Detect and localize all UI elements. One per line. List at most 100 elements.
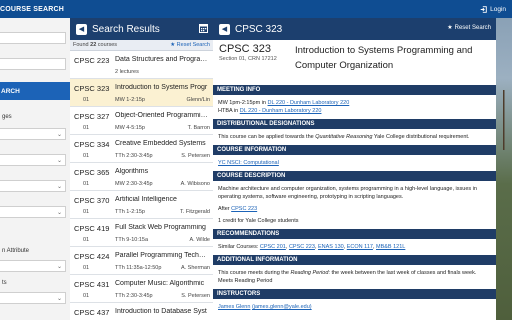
dist-text: This course can be applied towards the: [218, 134, 314, 140]
course-detail-panel: ◀ CPSC 323 ★ Reset Search CPSC 323 Secti…: [213, 18, 496, 320]
course-row[interactable]: CPSC 437 Introduction to Database Syst: [70, 303, 213, 320]
course-time: TTh 9-10:15a: [115, 237, 149, 243]
course-row[interactable]: CPSC 365 Algorithms 01 MW 2:30-3:45p A. Wibi…: [70, 163, 213, 191]
meeting-time: HTBA in: [218, 108, 239, 114]
course-name: Introduction to Database Syst: [115, 308, 207, 315]
instructor-link[interactable]: James Glenn: [218, 304, 250, 310]
filter-field[interactable]: [0, 32, 66, 44]
calendar-icon[interactable]: [199, 23, 208, 33]
course-row[interactable]: CPSC 223 Data Structures and Programm 2 le…: [70, 51, 213, 79]
location-link[interactable]: DL 220 - Dunham Laboratory 220: [268, 100, 350, 106]
course-description: Machine architecture and computer organi…: [213, 181, 496, 229]
course-name: Object-Oriented Programming: [115, 112, 208, 119]
course-instructor: A. Sherman: [180, 265, 210, 271]
course-row[interactable]: CPSC 431 Computer Music: Algorithmic 01 TTh…: [70, 275, 213, 303]
course-row[interactable]: CPSC 323 Introduction to Systems Progr 01 M…: [70, 79, 213, 107]
results-title: Search Results: [92, 23, 160, 35]
course-title: Introduction to Systems Programming and …: [295, 45, 473, 71]
location-link[interactable]: DL 220 - Dunham Laboratory 220: [240, 108, 322, 114]
reset-search-link[interactable]: ★ Reset Search: [170, 42, 210, 48]
course-time: MW 2:30-3:45p: [115, 181, 153, 187]
back-arrow-icon[interactable]: ◀: [76, 23, 87, 35]
reset-label: Reset Search: [454, 24, 491, 31]
filter-dropdown[interactable]: ⌄: [0, 260, 66, 272]
found-count: 22: [90, 42, 97, 48]
course-time: TTh 11:35a-12:50p: [115, 265, 162, 271]
course-code: CPSC 223: [74, 56, 110, 65]
similar-course-link[interactable]: CPSC 223: [289, 244, 315, 250]
course-time: TTh 2:30-3:45p: [115, 153, 153, 159]
login-icon: [480, 5, 487, 13]
similar-course-link[interactable]: ECON 117: [347, 244, 373, 250]
distributional-text: This course can be applied towards the Q…: [213, 129, 496, 145]
course-name: Parallel Programming Techniq: [115, 252, 208, 259]
branch-graphic: [499, 90, 509, 150]
course-section: 01: [83, 237, 90, 243]
course-name: Data Structures and Programm: [115, 56, 208, 63]
course-row[interactable]: CPSC 370 Artificial Intelligence 01 TTh 1-2…: [70, 191, 213, 219]
course-code: CPSC 334: [74, 140, 110, 149]
course-section: Section 01, CRN 17212: [219, 56, 277, 62]
similar-course-link[interactable]: ENAS 130: [318, 244, 344, 250]
course-code: CPSC 323: [219, 43, 271, 55]
additional-info: This course meets during the Reading Per…: [213, 265, 496, 289]
course-instructor: A. Wilde: [189, 237, 210, 243]
prereq-link[interactable]: CPSC 223: [231, 206, 257, 212]
course-instructor: T. Barron: [187, 125, 210, 131]
similar-course-link[interactable]: MB&B 121L: [376, 244, 405, 250]
course-row[interactable]: CPSC 334 Creative Embedded Systems 01 TTh 2…: [70, 135, 213, 163]
filter-dropdown[interactable]: ⌄: [0, 206, 66, 218]
detail-header: ◀ CPSC 323 ★ Reset Search: [213, 18, 496, 40]
results-header: ◀ Search Results: [70, 18, 213, 40]
meeting-time: MW 1pm-2:15pm in: [218, 100, 266, 106]
filter-dropdown[interactable]: ⌄: [0, 154, 66, 166]
course-code: CPSC 370: [74, 196, 110, 205]
similar-course-link[interactable]: CPSC 201: [260, 244, 286, 250]
filter-dropdown[interactable]: ⌄: [0, 292, 66, 304]
chevron-down-icon: ⌄: [56, 184, 62, 190]
reset-search-link[interactable]: ★ Reset Search: [447, 24, 491, 32]
course-name: Algorithms: [115, 168, 149, 175]
course-code: CPSC 327: [74, 112, 110, 121]
course-section: 01: [83, 209, 90, 215]
chevron-down-icon: ⌄: [56, 132, 62, 138]
course-instructor: Glenn/Lin: [186, 97, 210, 103]
course-name: Computer Music: Algorithmic: [115, 280, 205, 287]
distributional-heading: DISTRIBUTIONAL DESIGNATIONS: [213, 119, 496, 129]
course-time: 2 lectures: [115, 69, 139, 75]
filter-panel: ARCH ges ⌄ ⌄ ⌄ ⌄ n Attribute ⌄ ts ⌄: [0, 18, 71, 320]
instructors-heading: INSTRUCTORS: [213, 289, 496, 299]
course-row[interactable]: CPSC 327 Object-Oriented Programming 01 MW …: [70, 107, 213, 135]
additional-info-heading: ADDITIONAL INFORMATION: [213, 255, 496, 265]
filter-dropdown[interactable]: ⌄: [0, 128, 66, 140]
meeting-info-heading: MEETING INFO: [213, 85, 496, 95]
course-section: 01: [83, 265, 90, 271]
course-name: Introduction to Systems Progr: [115, 84, 208, 91]
filter-field[interactable]: [0, 58, 66, 70]
instructor-email-link[interactable]: (james.glenn@yale.edu): [252, 304, 312, 310]
search-button[interactable]: ARCH: [0, 82, 70, 100]
similar-prefix: Similar Courses:: [218, 244, 259, 250]
filter-dropdown[interactable]: ⌄: [0, 180, 66, 192]
course-info-link[interactable]: YC NSCI: Computational: [218, 160, 279, 166]
course-time: MW 1-2:15p: [115, 97, 145, 103]
search-button-label: ARCH: [1, 87, 20, 95]
reset-icon: ★: [447, 25, 453, 31]
course-row[interactable]: CPSC 424 Parallel Programming Techniq 01 TT…: [70, 247, 213, 275]
credit-text: 1 credit for Yale College students: [218, 218, 299, 224]
course-section: 01: [83, 181, 90, 187]
back-arrow-icon[interactable]: ◀: [219, 23, 230, 35]
found-prefix: Found: [73, 42, 89, 48]
filter-label: n Attribute: [2, 248, 30, 254]
top-bar: COURSE SEARCH Login: [0, 0, 512, 18]
course-code: CPSC 365: [74, 168, 110, 177]
course-section: 01: [83, 153, 90, 159]
course-row[interactable]: CPSC 419 Full Stack Web Programming 01 TTh …: [70, 219, 213, 247]
course-heading: CPSC 323 Section 01, CRN 17212 Introduct…: [213, 40, 496, 85]
course-code: CPSC 419: [74, 224, 110, 233]
course-list: CPSC 223 Data Structures and Programm 2 le…: [70, 51, 213, 320]
instructors: James Glenn (james.glenn@yale.edu): [213, 299, 496, 315]
login-button[interactable]: Login: [480, 6, 506, 13]
login-label: Login: [490, 5, 506, 13]
description-text: Machine architecture and computer organi…: [218, 186, 477, 200]
